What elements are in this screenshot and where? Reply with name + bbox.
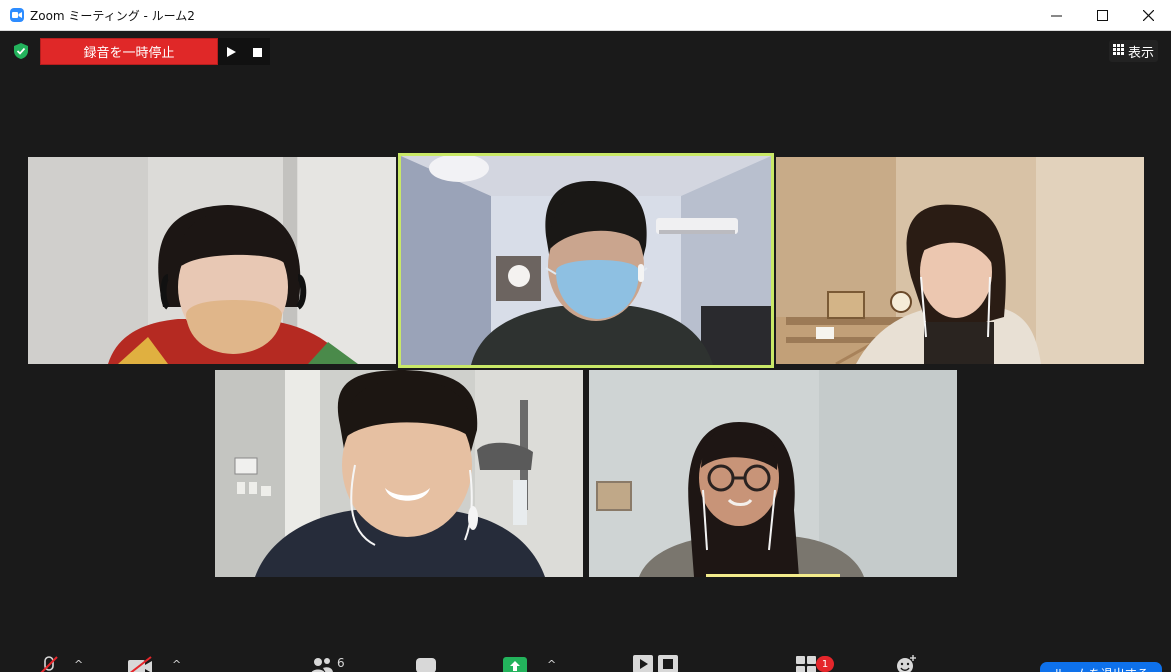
participant-video bbox=[589, 370, 957, 577]
participants-count: 6 bbox=[337, 656, 345, 670]
video-tile-participant-5[interactable] bbox=[589, 370, 957, 577]
zoom-app-icon bbox=[10, 8, 24, 22]
window-controls bbox=[1033, 0, 1171, 31]
play-icon bbox=[226, 42, 236, 61]
resume-recording-button[interactable] bbox=[218, 38, 244, 65]
stop-video-button[interactable] bbox=[127, 655, 153, 672]
record-controls-icon bbox=[633, 655, 679, 672]
window-title: Zoom ミーティング - ルーム2 bbox=[30, 8, 195, 23]
chat-button[interactable] bbox=[415, 657, 437, 672]
record-button[interactable] bbox=[633, 655, 679, 672]
close-button[interactable] bbox=[1125, 0, 1171, 31]
share-screen-icon bbox=[503, 657, 527, 672]
title-bar: Zoom ミーティング - ルーム2 bbox=[0, 0, 1171, 31]
reaction-smiley-icon bbox=[895, 655, 917, 672]
audio-options-chevron-icon[interactable]: ^ bbox=[74, 658, 83, 671]
participants-button[interactable] bbox=[310, 656, 334, 672]
grid-icon bbox=[1112, 43, 1124, 59]
participants-icon bbox=[310, 656, 334, 672]
mute-button[interactable] bbox=[38, 655, 60, 672]
reactions-button[interactable] bbox=[895, 655, 917, 672]
microphone-muted-icon bbox=[38, 655, 60, 672]
participant-video bbox=[215, 370, 583, 577]
video-off-icon bbox=[127, 655, 153, 672]
participant-video bbox=[776, 157, 1144, 364]
video-tile-participant-3[interactable] bbox=[776, 157, 1144, 364]
video-tile-participant-2[interactable] bbox=[398, 153, 774, 368]
stop-recording-button[interactable] bbox=[244, 38, 270, 65]
participant-video bbox=[28, 157, 396, 364]
breakout-rooms-icon bbox=[796, 656, 818, 672]
recording-controls: 録音を一時停止 bbox=[40, 38, 270, 65]
view-button[interactable]: 表示 bbox=[1108, 40, 1158, 62]
pause-recording-button[interactable]: 録音を一時停止 bbox=[40, 38, 218, 65]
breakout-rooms-button[interactable] bbox=[796, 656, 818, 672]
notification-badge: 1 bbox=[816, 656, 834, 672]
video-options-chevron-icon[interactable]: ^ bbox=[172, 658, 181, 671]
zoom-window: Zoom ミーティング - ルーム2 録音を一時停止 表示 ^ ^ 6 ^ 1 bbox=[0, 0, 1171, 672]
share-screen-button[interactable] bbox=[503, 657, 527, 672]
speaking-indicator bbox=[706, 574, 840, 577]
minimize-button[interactable] bbox=[1033, 0, 1079, 31]
share-options-chevron-icon[interactable]: ^ bbox=[547, 658, 556, 671]
security-shield-icon[interactable] bbox=[13, 42, 29, 60]
maximize-button[interactable] bbox=[1079, 0, 1125, 31]
video-tile-participant-1[interactable] bbox=[28, 157, 396, 364]
chat-icon bbox=[415, 657, 437, 672]
video-tile-participant-4[interactable] bbox=[215, 370, 583, 577]
view-label: 表示 bbox=[1127, 45, 1154, 61]
stop-icon bbox=[252, 42, 262, 61]
leave-room-button[interactable]: ルームを退出する bbox=[1040, 662, 1162, 672]
participant-video bbox=[401, 156, 771, 365]
